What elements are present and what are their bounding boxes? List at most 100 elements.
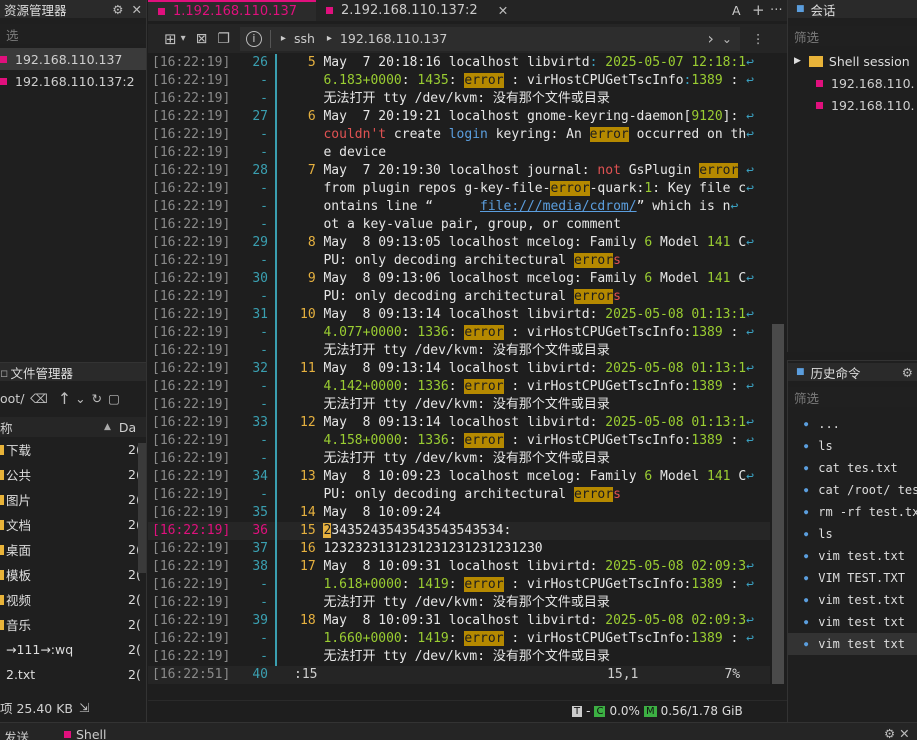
square-icon: ■ xyxy=(796,367,805,377)
address-field[interactable]: i ▸ ssh ▸ 192.168.110.137 › ⌄ xyxy=(239,26,740,51)
chevron-down-icon[interactable]: ▾ xyxy=(181,33,186,44)
terminal-line: [16:22:19] 33 12 May 8 09:13:14 localhost … xyxy=(148,414,770,432)
session-item[interactable]: 192.168.110. xyxy=(788,94,917,116)
line-marker xyxy=(275,198,277,216)
session-item[interactable]: 192.168.110.137:2 xyxy=(0,70,146,92)
add-tab-icon[interactable]: + xyxy=(752,1,765,19)
line-number: 29 xyxy=(252,235,268,250)
column-date[interactable]: Da xyxy=(119,420,136,435)
file-row[interactable]: 文档 2( xyxy=(0,512,146,537)
shell-tab[interactable]: Shell xyxy=(76,727,107,740)
export-icon[interactable]: ⇲ xyxy=(79,700,89,715)
folder-item[interactable]: ▶ Shell session xyxy=(788,50,917,72)
info-icon[interactable]: i xyxy=(245,30,262,47)
history-item[interactable]: ● vim test.txt xyxy=(788,545,917,567)
history-command: cat tes.txt xyxy=(818,461,898,475)
sessions-filter-input[interactable]: 筛选 xyxy=(788,26,917,46)
toolbar: ⊞ ▾ ⊠ ❐ i ▸ ssh ▸ 192.168.110.137 › ⌄ ⋮ xyxy=(148,24,787,53)
file-row[interactable]: 下载 2( xyxy=(0,437,146,462)
history-item[interactable]: ●... xyxy=(788,413,917,435)
file-row[interactable]: →111→:wq 2( xyxy=(0,637,146,662)
line-number: - xyxy=(260,631,268,646)
line-number: 40 xyxy=(252,667,268,682)
file-row[interactable]: 模板 2( xyxy=(0,562,146,587)
refresh-icon[interactable]: ↻ xyxy=(92,391,102,406)
history-command: vim test txt xyxy=(818,615,905,629)
gear-icon[interactable]: ⚙ xyxy=(112,2,123,17)
close-icon[interactable]: ✕ xyxy=(132,2,142,17)
history-item[interactable]: ● vim test txt xyxy=(788,611,917,633)
file-row[interactable]: 桌面 2( xyxy=(0,537,146,562)
disconnect-icon[interactable]: ⊠ xyxy=(196,31,208,47)
line-marker xyxy=(275,504,277,522)
resource-filter-input[interactable]: 选 xyxy=(0,24,146,44)
history-command: vim test.txt xyxy=(818,593,905,607)
history-item[interactable]: ● vim test txt xyxy=(788,633,917,655)
folder-nav-icon[interactable]: ▢ xyxy=(108,391,120,406)
tab-label: 1.192.168.110.137 xyxy=(173,4,298,19)
line-marker xyxy=(275,648,277,666)
history-item[interactable]: ● vim test.txt xyxy=(788,589,917,611)
file-scrollbar[interactable] xyxy=(138,443,146,573)
session-item[interactable]: 192.168.110. xyxy=(788,72,917,94)
cpu-usage: 0.0% xyxy=(609,704,640,718)
send-tab[interactable]: 发送 xyxy=(4,727,29,740)
line-content: 无法打开 tty /dev/kvm: 没有那个文件或目录 xyxy=(300,343,610,358)
history-item[interactable]: ● VIM TEST.TXT xyxy=(788,567,917,589)
sessions-title: 会话 xyxy=(810,2,836,18)
more-vertical-icon[interactable]: ⋮ xyxy=(752,31,765,46)
file-date: 2( xyxy=(128,642,141,657)
tab-label: 2.192.168.110.137:2 xyxy=(341,3,478,18)
cpu-icon: C xyxy=(594,705,606,717)
new-session-icon[interactable]: ⊞ xyxy=(164,30,177,48)
line-number: - xyxy=(260,145,268,160)
tab-icon xyxy=(158,8,165,15)
file-row[interactable]: 音乐 2( xyxy=(0,612,146,637)
line-number: - xyxy=(260,217,268,232)
line-marker xyxy=(275,522,277,540)
line-marker xyxy=(275,270,277,288)
tab-session-2[interactable]: 2.192.168.110.137:2 ✕ xyxy=(316,0,516,21)
file-row[interactable]: 2.txt 2( xyxy=(0,662,146,687)
history-item[interactable]: ● rm -rf test.tx xyxy=(788,501,917,523)
column-name[interactable]: 称 xyxy=(0,418,112,437)
terminal-line: [16:22:19] 34 13 May 8 10:09:23 localhost … xyxy=(148,468,770,486)
history-item[interactable]: ● cat tes.txt xyxy=(788,457,917,479)
terminal-scrollbar[interactable] xyxy=(772,324,784,684)
bullet-icon: ● xyxy=(804,596,809,604)
file-row[interactable]: 公共 2( xyxy=(0,462,146,487)
file-name: 图片 xyxy=(6,493,32,508)
terminal-line: [16:22:19] - 4.142+0000: 1336: error : vi… xyxy=(148,378,770,396)
gear-icon[interactable]: ⚙ xyxy=(902,365,913,380)
file-row[interactable]: 视频 2( xyxy=(0,587,146,612)
terminal-line: [16:22:19] - PU: only decoding architectu… xyxy=(148,486,770,504)
file-date: 2( xyxy=(128,667,141,682)
line-number: - xyxy=(260,289,268,304)
history-filter-input[interactable]: 筛选 xyxy=(788,387,917,407)
font-size-button[interactable]: A xyxy=(732,3,741,18)
tab-session-1[interactable]: 1.192.168.110.137 xyxy=(148,0,316,21)
path-input[interactable]: oot/ xyxy=(0,391,28,406)
clear-icon[interactable]: ⌫ xyxy=(30,391,48,406)
bullet-icon: ● xyxy=(804,530,809,538)
up-arrow-icon[interactable]: ↑ xyxy=(58,389,71,408)
vim-command-line: [16:22:51] 40:15 15,1 7% xyxy=(148,666,770,684)
forward-icon[interactable]: › xyxy=(707,29,713,48)
line-number: 26 xyxy=(252,55,268,70)
line-number: 35 xyxy=(252,505,268,520)
line-number: 37 xyxy=(252,541,268,556)
history-item[interactable]: ● cat /root/ tes xyxy=(788,479,917,501)
more-icon[interactable]: ⋯ xyxy=(770,1,783,16)
chevron-down-icon[interactable]: ⌄ xyxy=(75,391,85,406)
chevron-down-icon[interactable]: ⌄ xyxy=(722,32,732,46)
duplicate-icon[interactable]: ❐ xyxy=(217,31,230,47)
file-row[interactable]: 图片 2( xyxy=(0,487,146,512)
history-item[interactable]: ● ls xyxy=(788,523,917,545)
close-icon[interactable]: ⚙ ✕ xyxy=(884,726,910,740)
sort-up-icon: ▲ xyxy=(104,422,111,432)
session-item[interactable]: 192.168.110.137 xyxy=(0,48,146,70)
close-icon[interactable]: ✕ xyxy=(498,3,508,18)
terminal-line: [16:22:19] - e device xyxy=(148,144,770,162)
terminal-output[interactable]: [16:22:19] 26 5 May 7 20:18:16 localhost … xyxy=(148,54,770,686)
history-item[interactable]: ● ls xyxy=(788,435,917,457)
